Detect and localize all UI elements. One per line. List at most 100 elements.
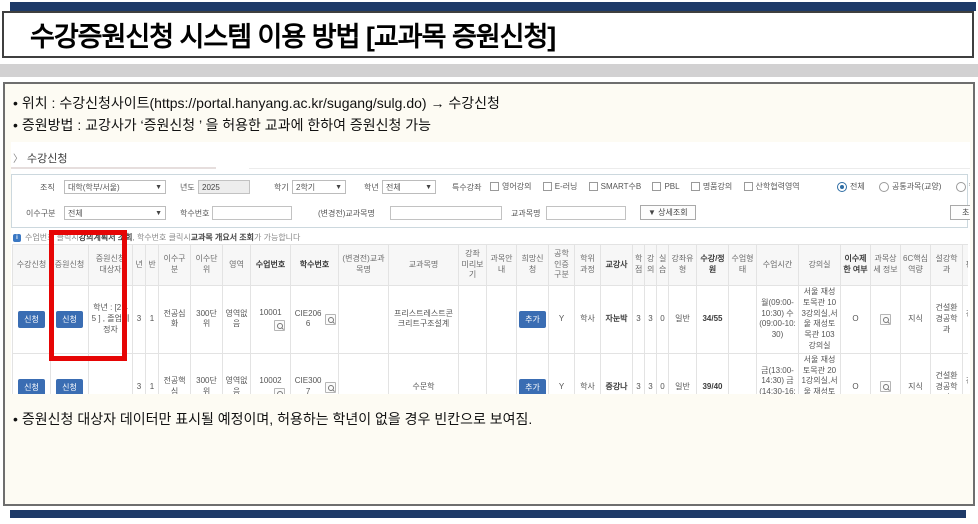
- table-cell: 영역없음: [223, 286, 251, 354]
- column-header: 반: [146, 245, 159, 286]
- column-header: 실습: [657, 245, 669, 286]
- radio-all[interactable]: 전체: [837, 181, 865, 192]
- column-header: 교강사: [601, 245, 633, 286]
- section-underline: [249, 168, 970, 169]
- table-cell: 자눈박: [601, 286, 633, 354]
- table-cell: 0: [657, 286, 669, 354]
- course-no-input[interactable]: [212, 206, 292, 220]
- column-header: 학점: [633, 245, 645, 286]
- embedded-screenshot: 〉수강신청 조직 대학(학부/서울)▼ 년도 학기 2학기▼ 학년 전체▼: [11, 142, 970, 394]
- course-outline-search-icon[interactable]: [325, 382, 336, 393]
- table-cell: Y: [549, 286, 575, 354]
- grade-select[interactable]: 전체▼: [382, 180, 436, 194]
- year-input[interactable]: [198, 180, 250, 194]
- table-cell: [729, 286, 757, 354]
- table-cell: 추가: [517, 353, 549, 394]
- checkbox-premium-lecture[interactable]: 명품강의: [691, 181, 732, 192]
- table-cell: [459, 353, 487, 394]
- filter-panel: 조직 대학(학부/서울)▼ 년도 학기 2학기▼ 학년 전체▼ 특수강좌 영어강…: [11, 174, 968, 228]
- add-wish-button[interactable]: 추가: [519, 379, 546, 394]
- table-cell: 학사: [575, 286, 601, 354]
- table-cell: 300단위: [191, 353, 223, 394]
- column-header: 희망신청: [517, 245, 549, 286]
- filter-label-grade: 학년: [364, 182, 379, 193]
- checkbox-english-lecture[interactable]: 영어강의: [490, 181, 531, 192]
- table-cell: Y: [549, 353, 575, 394]
- table-cell: [487, 353, 517, 394]
- checkbox-industry-area[interactable]: 산학협력영역: [744, 181, 800, 192]
- chevron-down-icon: ▼: [335, 184, 342, 191]
- column-header: 교과목명: [389, 245, 459, 286]
- prev-course-name-input[interactable]: [390, 206, 502, 220]
- column-header: 설강학과: [931, 245, 963, 286]
- checkbox-icon: [589, 182, 598, 191]
- table-cell: 10002: [251, 353, 291, 394]
- table-cell: 10001: [251, 286, 291, 354]
- raise-apply-button[interactable]: 신청: [56, 379, 83, 394]
- add-wish-button[interactable]: 추가: [519, 311, 546, 328]
- table-cell: 수문학: [389, 353, 459, 394]
- column-header: 과목상세 정보: [871, 245, 901, 286]
- table-cell: 중강나: [601, 353, 633, 394]
- enroll-apply-button[interactable]: 신청: [18, 379, 45, 394]
- course-detail-search-icon[interactable]: [880, 314, 891, 325]
- special-lecture-label: 특수강좌: [452, 182, 481, 193]
- filter-label-term: 학기: [274, 182, 289, 193]
- title-box: 수강증원신청 시스템 이용 방법 [교과목 증원신청]: [2, 11, 974, 58]
- column-header: 강의: [645, 245, 657, 286]
- column-header: 편강학과: [963, 245, 969, 286]
- table-cell: [871, 353, 901, 394]
- checkbox-smart[interactable]: SMART수B: [589, 181, 642, 192]
- table-cell: 서울 재성토목관 103강의실,서울 재성토목관 103강의실: [799, 286, 841, 354]
- checkbox-e-learning[interactable]: E-러닝: [543, 181, 578, 192]
- bullet-icon: •: [13, 117, 18, 133]
- checkbox-pbl[interactable]: PBL: [652, 182, 679, 191]
- bullet-location: •위치 : 수강신청사이트(https://portal.hanyang.ac.…: [13, 93, 500, 113]
- table-cell: 전공심화: [159, 286, 191, 354]
- table-cell: [871, 286, 901, 354]
- table-cell: 월(09:00-10:30) 수(09:00-10:30): [757, 286, 799, 354]
- detail-search-button[interactable]: ▼ 상세조회: [640, 205, 696, 220]
- chevron-down-icon: ▼: [155, 184, 162, 191]
- term-select[interactable]: 2학기▼: [292, 180, 346, 194]
- table-cell: 건설환경공학과: [931, 286, 963, 354]
- table-cell: 34/55: [697, 286, 729, 354]
- column-header: 학수번호: [291, 245, 339, 286]
- syllabus-search-icon[interactable]: [274, 320, 285, 331]
- enroll-apply-button[interactable]: 신청: [18, 311, 45, 328]
- org-select[interactable]: 대학(학부/서울)▼: [64, 180, 166, 194]
- table-row: 신청신청학년 : [2 4 5 ] , 졸업예정자31전공심화300단위영역없음…: [13, 286, 969, 354]
- table-cell: 39/40: [697, 353, 729, 394]
- filter-label-year: 년도: [180, 182, 195, 193]
- column-header: 수업번호: [251, 245, 291, 286]
- radio-common-course[interactable]: 공통과목(교양): [879, 181, 942, 192]
- divider-bar: [0, 64, 978, 77]
- checkbox-icon: [691, 182, 700, 191]
- table-cell: 300단위: [191, 286, 223, 354]
- table-cell: 지식: [901, 353, 931, 394]
- course-outline-search-icon[interactable]: [325, 314, 336, 325]
- column-header: 년: [133, 245, 146, 286]
- table-cell: 학사: [575, 353, 601, 394]
- radio-major-course[interactable]: 학과과목(전공: [956, 181, 970, 192]
- column-header: 수강/정원: [697, 245, 729, 286]
- course-type-select[interactable]: 전체▼: [64, 206, 166, 220]
- table-cell: 0: [657, 353, 669, 394]
- syllabus-search-icon[interactable]: [274, 388, 285, 394]
- column-header: 강좌 미리보기: [459, 245, 487, 286]
- column-header: 강의실: [799, 245, 841, 286]
- table-cell: 3: [633, 286, 645, 354]
- checkbox-icon: [652, 182, 661, 191]
- table-cell: 건설환경공학과: [931, 353, 963, 394]
- reset-button[interactable]: 초기화: [950, 205, 970, 220]
- table-cell: 영역없음: [223, 353, 251, 394]
- column-header: 6C핵심역량: [901, 245, 931, 286]
- table-cell: 신청: [13, 353, 51, 394]
- course-name-input[interactable]: [546, 206, 626, 220]
- column-header: 과목안내: [487, 245, 517, 286]
- table-cell: O: [841, 353, 871, 394]
- table-cell: 3: [633, 353, 645, 394]
- table-cell: 프리스트레스트콘크리트구조설계: [389, 286, 459, 354]
- column-header: 학위과정: [575, 245, 601, 286]
- course-detail-search-icon[interactable]: [880, 381, 891, 392]
